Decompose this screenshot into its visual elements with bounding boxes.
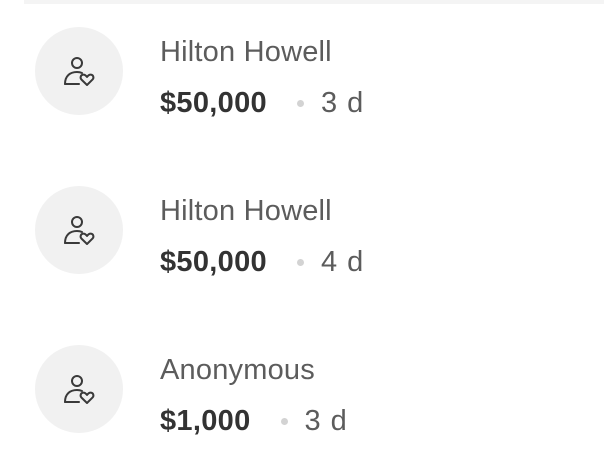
person-heart-icon: [64, 216, 95, 245]
person-heart-icon: [64, 375, 95, 404]
donation-amount: $1,000: [160, 405, 251, 437]
donation-item: Anonymous $1,000 3 d: [35, 344, 604, 437]
donations-panel: Hilton Howell $50,000 3 d Hilton Howell …: [0, 0, 604, 474]
donation-time: 3 d: [304, 405, 348, 437]
top-divider: [24, 0, 604, 4]
donation-amount: $50,000: [160, 246, 267, 278]
donation-time: 4 d: [320, 246, 365, 278]
donation-meta: $50,000 3 d: [160, 87, 364, 120]
donation-item: Hilton Howell $50,000 3 d: [35, 26, 604, 119]
donation-meta: $50,000 4 d: [160, 246, 364, 279]
donor-name: Anonymous: [160, 354, 315, 386]
separator-dot: [296, 100, 304, 107]
avatar: [35, 27, 123, 115]
donation-amount: $50,000: [160, 87, 267, 119]
avatar: [35, 345, 123, 433]
separator-dot: [280, 418, 288, 425]
separator-dot: [296, 259, 304, 266]
donor-name: Hilton Howell: [160, 36, 332, 68]
person-heart-icon: [64, 57, 95, 86]
donation-list: Hilton Howell $50,000 3 d Hilton Howell …: [35, 26, 604, 437]
avatar: [35, 186, 123, 274]
donation-meta: $1,000 3 d: [160, 405, 348, 438]
donation-item: Hilton Howell $50,000 4 d: [35, 185, 604, 278]
donation-time: 3 d: [320, 87, 365, 119]
donor-name: Hilton Howell: [160, 195, 332, 227]
